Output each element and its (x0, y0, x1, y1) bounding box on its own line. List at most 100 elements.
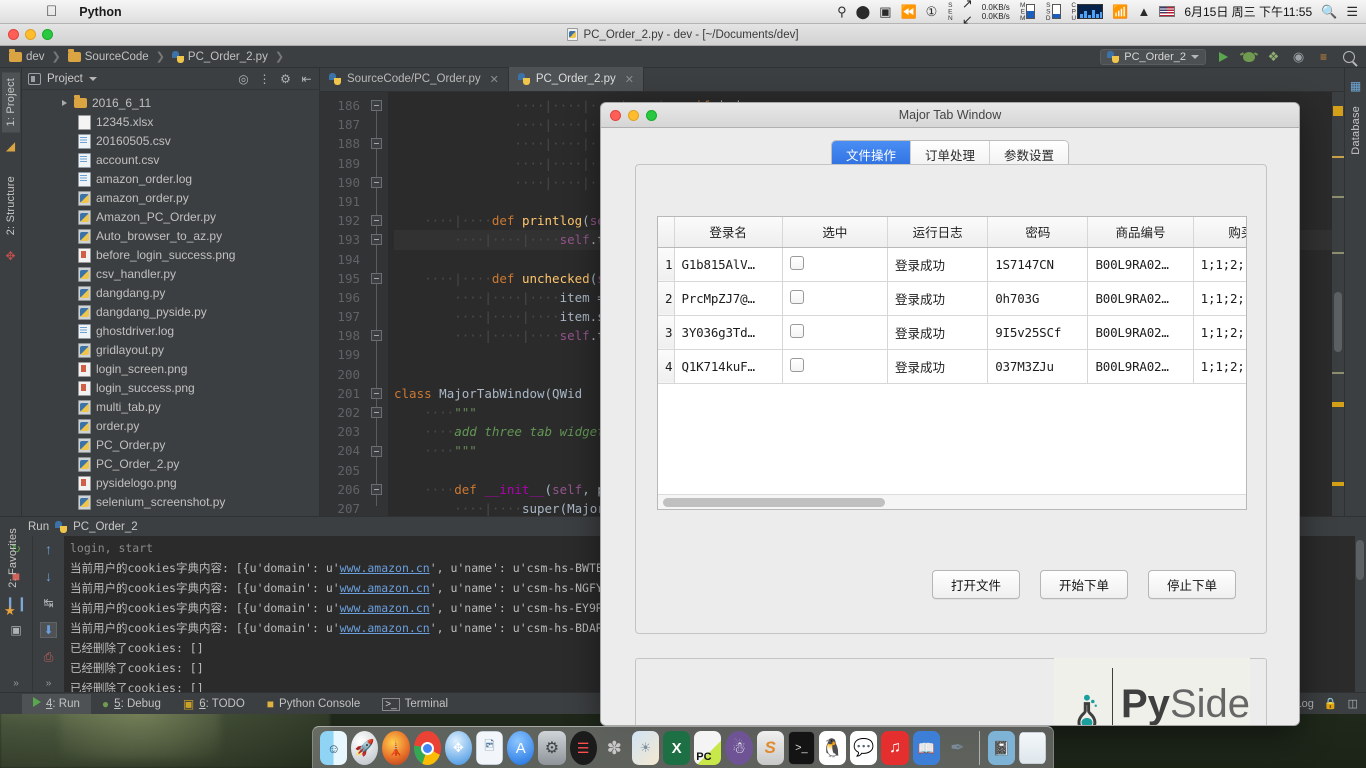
table-column-header[interactable]: 商品编号 (1087, 217, 1194, 248)
fold-toggle-icon[interactable] (371, 138, 382, 150)
fold-toggle-icon[interactable] (371, 330, 382, 342)
fold-toggle-icon[interactable] (371, 407, 382, 419)
ssd-meter[interactable]: SSD (1044, 2, 1061, 21)
table-horizontal-scrollbar[interactable] (658, 494, 1246, 509)
close-icon[interactable]: ✕ (625, 73, 634, 86)
table-column-header[interactable]: 购买数量 (1193, 217, 1246, 248)
table-column-header[interactable]: 选中 (782, 217, 889, 248)
tree-item[interactable]: multi_tab.py (22, 397, 319, 416)
cell-selected[interactable] (782, 281, 889, 316)
sidebar-tab-project[interactable]: 1: Project (1, 72, 20, 133)
dock-icon-feather[interactable]: ✽ (601, 731, 628, 765)
dock-icon-trash[interactable] (1018, 731, 1047, 765)
print-icon[interactable]: ▣ (8, 622, 25, 638)
cell-password[interactable]: 1S7147CN (987, 247, 1089, 282)
ide-zoom-button[interactable] (42, 29, 53, 40)
tree-item[interactable]: amazon_order.log (22, 169, 319, 188)
dock-icon-system-preferences[interactable]: ⚙ (538, 731, 566, 765)
apple-menu-icon[interactable]:  (46, 4, 57, 19)
dock-icon-safari[interactable]: ✥ (444, 731, 472, 765)
cell-quantity[interactable]: 1;1;2;1 (1193, 247, 1246, 282)
console-link[interactable]: www.amazon.cn (340, 601, 430, 615)
tool-window-tab-debug[interactable]: ● 5: Debug (91, 694, 172, 714)
cell-selected[interactable] (782, 247, 889, 282)
fold-toggle-icon[interactable] (371, 484, 382, 495)
project-file-tree[interactable]: 2016_6_11 12345.xlsx 20160505.csv account.c… (22, 90, 319, 516)
cell-password[interactable]: 9I5v25SCf (987, 315, 1089, 350)
active-app-name[interactable]: Python (79, 5, 121, 19)
dock-icon-excel[interactable]: X (663, 731, 691, 765)
cell-quantity[interactable]: 1;1;2;1 (1193, 349, 1246, 384)
table-column-header[interactable]: 登录名 (674, 217, 783, 248)
cell-password[interactable]: 037M3ZJu (987, 349, 1089, 384)
dock-icon-github[interactable]: ☃ (725, 731, 753, 765)
tool-window-tab-run[interactable]: 4: Run (22, 693, 91, 714)
cell-selected[interactable] (782, 315, 889, 350)
dock-icon-itunes[interactable]: ☰ (569, 731, 597, 765)
tree-item[interactable]: login_success.png (22, 378, 319, 397)
accounts-table[interactable]: 登录名选中运行日志密码商品编号购买数量 1G1b815AlV…登录成功1S714… (658, 217, 1246, 384)
spotlight-search-icon[interactable]: 🔍 (1321, 4, 1337, 20)
tree-item[interactable]: dangdang.py (22, 283, 319, 302)
fold-toggle-icon[interactable] (371, 100, 382, 111)
scrollbar-thumb[interactable] (663, 498, 885, 507)
cell-quantity[interactable]: 1;1;2;1 (1193, 315, 1246, 350)
tree-item[interactable]: dangdang_pyside.py (22, 302, 319, 321)
dock-icon-firefox[interactable]: 🗼 (382, 731, 410, 765)
cell-sku[interactable]: B00L9RA02… (1087, 281, 1194, 316)
button-打开文件[interactable]: 打开文件 (932, 570, 1020, 599)
debug-button[interactable] (1241, 49, 1256, 64)
tool-window-tab-todo[interactable]: ▣ 6: TODO (172, 694, 256, 714)
lock-icon[interactable]: 🔒 (1324, 697, 1338, 710)
locate-file-icon[interactable]: ◎ (237, 72, 250, 86)
dock-icon-wechat[interactable]: 💬 (850, 731, 878, 765)
tree-item[interactable]: amazon_order.py (22, 188, 319, 207)
table-column-header[interactable]: 运行日志 (887, 217, 989, 248)
tree-item[interactable]: Amazon_PC_Order.py (22, 207, 319, 226)
cell-login-name[interactable]: PrcMpZJ7@… (674, 281, 783, 316)
close-icon[interactable]: ✕ (490, 73, 499, 86)
dock-icon-terminal[interactable]: >_ (787, 731, 815, 765)
dock-icon-finder[interactable]: ☺ (320, 731, 348, 765)
dock-icon-pycharm[interactable]: PC (694, 731, 722, 765)
menu-bar-clock[interactable]: 6月15日 周三 下午11:55 (1184, 3, 1312, 20)
tree-item[interactable]: PC_Order.py (22, 435, 319, 454)
fold-toggle-icon[interactable] (371, 234, 382, 246)
dock-icon-notes-stack[interactable]: 📓 (987, 731, 1015, 765)
table-row[interactable]: 4 Q1K714kuF… 登录成功 037M3ZJu B00L9RA02… 1;1;2;1 (658, 349, 1246, 384)
tree-item[interactable]: ghostdriver.log (22, 321, 319, 340)
editor-scrollbar[interactable] (1332, 92, 1344, 516)
cell-login-name[interactable]: Q1K714kuF… (674, 349, 783, 384)
fold-toggle-icon[interactable] (371, 215, 382, 227)
row-checkbox[interactable] (789, 323, 804, 338)
editor-tab[interactable]: PC_Order_2.py ✕ (508, 67, 644, 91)
breadcrumb-item-file[interactable]: PC_Order_2.py (169, 50, 271, 63)
print-console-icon[interactable]: ⎙ (40, 649, 57, 665)
row-checkbox[interactable] (789, 289, 804, 304)
cell-login-name[interactable]: G1b815AlV… (674, 247, 783, 282)
dock-icon-netease-music[interactable]: ♫ (881, 731, 909, 765)
console-scrollbar[interactable] (1355, 536, 1366, 692)
memory-meter[interactable]: MEM (1019, 2, 1036, 21)
tree-item[interactable]: order.py (22, 416, 319, 435)
notification-center-icon[interactable]: ☰ (1346, 4, 1358, 20)
accounts-table-container[interactable]: 登录名选中运行日志密码商品编号购买数量 1G1b815AlV…登录成功1S714… (657, 216, 1247, 510)
button-开始下单[interactable]: 开始下单 (1040, 570, 1128, 599)
dock-icon-ink-pen[interactable]: ✒ (944, 731, 971, 765)
cell-password[interactable]: 0h703G (987, 281, 1089, 316)
sidebar-tab-database[interactable]: Database (1347, 100, 1365, 161)
fold-toggle-icon[interactable] (371, 445, 382, 457)
hide-panel-icon[interactable]: ⇤ (300, 72, 313, 86)
dock-icon-app-store[interactable]: A (507, 731, 535, 765)
table-column-header[interactable]: 密码 (987, 217, 1089, 248)
dock-icon-preview[interactable]: 🖻 (475, 731, 504, 765)
timer-icon[interactable]: ① (926, 4, 938, 20)
breadcrumb-item-sourcecode[interactable]: SourceCode (65, 49, 152, 63)
dock-icon-launchpad[interactable]: 🚀 (351, 731, 379, 765)
tree-item[interactable]: 2016_6_11 (22, 93, 319, 112)
soft-wrap-icon[interactable]: ↹ (40, 595, 57, 611)
run-configuration-selector[interactable]: PC_Order_2 (1100, 48, 1206, 65)
tree-item[interactable]: gridlayout.py (22, 340, 319, 359)
fold-toggle-icon[interactable] (371, 272, 382, 284)
breadcrumb-item-dev[interactable]: dev (6, 49, 48, 63)
